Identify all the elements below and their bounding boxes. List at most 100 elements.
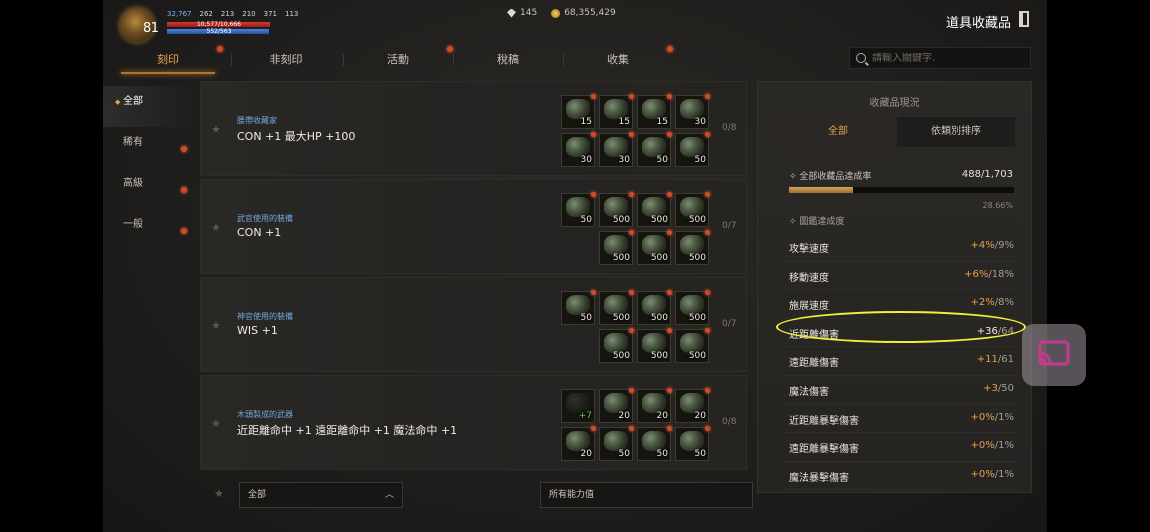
item-slot[interactable]: 50 [561,290,596,325]
item-slot[interactable]: 50 [675,132,710,167]
stat-row[interactable]: 近距離暴擊傷害 +0%/1% [784,405,1016,434]
ability-dropdown[interactable]: 所有能力值 [540,482,753,508]
exit-icon[interactable] [1019,11,1029,27]
stat-max: /61 [997,354,1014,366]
notification-dot [629,328,634,333]
item-quantity: 50 [580,313,592,323]
favorite-star-icon[interactable]: ★ [211,417,221,430]
item-slot[interactable]: 20 [561,426,596,461]
item-slot[interactable]: 500 [599,230,634,265]
item-slot[interactable]: 20 [637,388,672,423]
stat-value: +0%/1% [971,412,1014,423]
progress-fill [789,187,854,193]
notification-dot [591,132,596,137]
stat-strip: 32,767 262 213 210 371 113 [167,10,298,18]
tab-tax[interactable]: 稅稿 [453,46,563,74]
collection-row[interactable]: ★ 武官使用的裝備 CON +1 0/7 50 500 500 500 500 500 500 [200,179,747,274]
tab-collect[interactable]: 收集 [563,46,673,74]
stat-current: +0% [970,411,995,423]
stat-row[interactable]: 魔法傷害 +3/50 [784,376,1016,405]
nav-item-normal[interactable]: 一般 [103,209,195,250]
nav-item-advanced[interactable]: 高級 [103,168,195,209]
favorite-star-icon[interactable]: ★ [214,487,224,500]
item-slot[interactable]: +7 [561,389,595,423]
collection-category: 神官使用的裝備 [237,312,293,321]
item-slot[interactable]: 50 [599,426,634,461]
stat-row[interactable]: 遠距離傷害 +11/61 [784,347,1016,376]
tab-by-category[interactable]: 依類別排序 [897,117,1015,147]
page-title: 道具收藏品 [945,16,1011,31]
stat-max: /18% [988,268,1014,280]
stat-row[interactable]: 移動速度 +6%/18% [784,262,1016,291]
search-box[interactable] [849,47,1031,69]
notification-dot [667,328,672,333]
stat-row[interactable]: 攻擊速度 +4%/9% [784,233,1016,262]
item-quantity: 15 [618,117,630,127]
item-slot[interactable]: 500 [637,328,672,363]
item-slot[interactable]: 15 [637,94,672,129]
item-slot[interactable]: 500 [599,192,634,227]
notification-dot [705,426,710,431]
completion-rate-value: 488/1,703 [961,169,1013,180]
item-slot[interactable]: 30 [561,132,596,167]
item-slot[interactable]: 50 [675,426,710,461]
stat-row[interactable]: 魔法暴擊傷害 +0%/1% [784,462,1016,491]
item-slot[interactable]: 50 [637,132,672,167]
item-quantity: 50 [694,155,706,165]
favorite-star-icon[interactable]: ★ [211,319,221,332]
nav-label: 全部 [123,96,143,107]
equipment-item-icon [604,235,628,255]
item-slot[interactable]: 50 [561,192,596,227]
tab-event[interactable]: 活動 [343,46,453,74]
stat-max: /9% [994,240,1014,251]
dropdown-value: 所有能力值 [549,490,595,500]
item-slot[interactable]: 20 [599,388,634,423]
category-dropdown[interactable]: 全部 ︿ [239,482,403,508]
item-slot-grid: 50 500 500 500 500 500 500 [561,192,711,269]
tab-non-engraved[interactable]: 非刻印 [231,46,341,74]
item-slot[interactable]: 15 [561,94,596,129]
item-slot[interactable]: 500 [675,192,710,227]
nav-item-all[interactable]: ◆ 全部 [103,86,195,127]
collection-row[interactable]: ★ 神官使用的裝備 WIS +1 0/7 50 500 500 500 500 500 500 [200,277,747,372]
item-slot[interactable]: 500 [637,192,672,227]
item-slot[interactable]: 500 [599,290,634,325]
item-slot[interactable]: 500 [675,328,710,363]
stat-row[interactable]: 遠距離暴擊傷害 +0%/1% [784,433,1016,462]
item-slot[interactable]: 500 [675,230,710,265]
item-slot[interactable]: 15 [599,94,634,129]
collection-row[interactable]: ★ 木頭製成的武器 近距離命中 +1 遠距離命中 +1 魔法命中 +1 0/8 +7 20… [200,375,747,470]
item-quantity: 50 [580,215,592,225]
item-slot[interactable]: 500 [637,230,672,265]
collection-progress: 0/7 [722,319,737,329]
stat-bonus-list[interactable]: 攻擊速度 +4%/9% 移動速度 +6%/18% 施展速度 +2%/8% 近距離傷害 +36/… [784,233,1016,491]
search-input[interactable] [872,52,1012,64]
tab-label: 活動 [387,53,409,66]
favorite-star-icon[interactable]: ★ [211,221,221,234]
stat-value: 213 [220,10,235,18]
cast-button[interactable] [1022,324,1086,386]
tab-engraved[interactable]: 刻印 [113,46,223,74]
equipment-item-icon [680,99,704,119]
chevron-up-icon: ︿ [384,490,394,500]
favorite-star-icon[interactable]: ★ [211,123,221,136]
stat-row[interactable]: 近距離傷害 +36/64 [784,319,1016,348]
stat-value: 32,767 [167,10,192,18]
stat-max: /1% [994,411,1014,423]
nav-item-rare[interactable]: 稀有 [103,127,195,168]
collection-row[interactable]: ★ 腰帶收藏家 CON +1 最大HP +100 0/8 15 15 15 30 30 30 50 5… [200,81,747,176]
item-slot[interactable]: 500 [599,328,634,363]
nav-label: 一般 [123,219,143,230]
stat-value: +0%/1% [971,440,1014,451]
item-slot[interactable]: 20 [675,388,710,423]
currency-display: 145 68,355,429 [507,8,616,18]
grade-filter-nav: ◆ 全部 稀有 高級 一般 [103,86,195,250]
stat-row[interactable]: 施展速度 +2%/8% [784,290,1016,319]
item-slot[interactable]: 500 [675,290,710,325]
item-slot[interactable]: 30 [675,94,710,129]
tab-all[interactable]: 全部 [779,117,897,147]
item-slot[interactable]: 30 [599,132,634,167]
equipment-item-icon [642,431,666,451]
item-slot[interactable]: 500 [637,290,672,325]
item-slot[interactable]: 50 [637,426,672,461]
